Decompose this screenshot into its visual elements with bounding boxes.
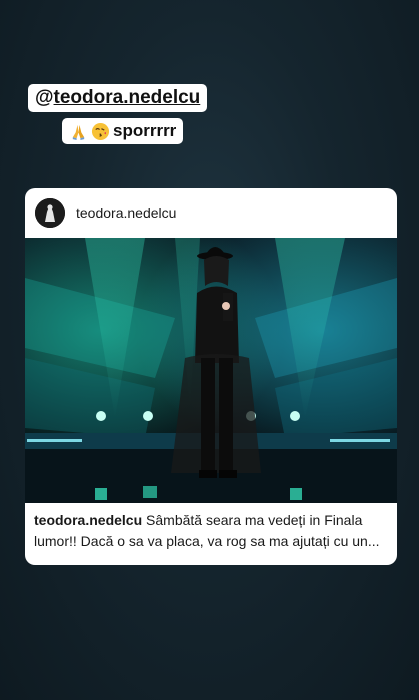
- face-blowing-kiss-emoji-icon: [91, 122, 110, 141]
- post-photo[interactable]: [25, 238, 397, 503]
- post-header: teodora.nedelcu: [25, 188, 397, 238]
- stage-image: [25, 238, 397, 503]
- story-caption: sporrrrr: [62, 118, 184, 144]
- shared-post-card[interactable]: teodora.nedelcu teodora.nedelcu Sâmbătă …: [25, 188, 397, 565]
- post-header-username[interactable]: teodora.nedelcu: [76, 205, 176, 221]
- mention-sticker[interactable]: @teodora.nedelcu: [28, 84, 208, 112]
- folded-hands-emoji-icon: [69, 122, 88, 141]
- post-caption: teodora.nedelcu Sâmbătă seara ma vedeți …: [34, 510, 388, 552]
- caption-username[interactable]: teodora.nedelcu: [34, 512, 142, 528]
- mention-at: @: [35, 87, 54, 108]
- avatar[interactable]: [35, 198, 65, 228]
- mention-username: teodora.nedelcu: [53, 87, 201, 108]
- story-caption-text: sporrrrr: [113, 121, 177, 140]
